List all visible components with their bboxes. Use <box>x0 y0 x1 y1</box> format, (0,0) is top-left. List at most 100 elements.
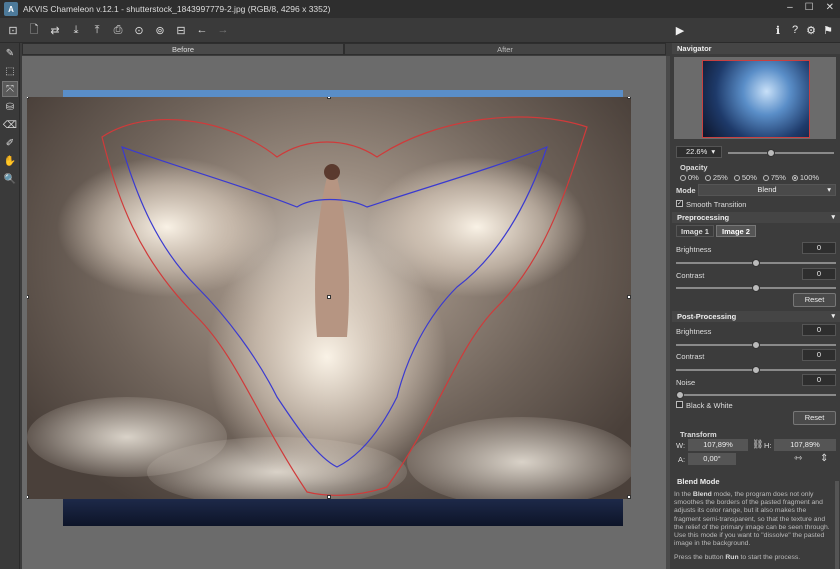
slider-knob[interactable] <box>752 341 760 349</box>
transform-title: Transform <box>680 430 717 439</box>
opacity-option[interactable]: 0% <box>680 173 699 182</box>
fragment-image[interactable] <box>27 97 631 499</box>
maximize-button[interactable]: ☐ <box>805 2 814 13</box>
run-button[interactable]: ▶ <box>672 22 688 38</box>
help-text: In the Blend mode, the program does not … <box>674 491 830 562</box>
pre-contrast-field[interactable]: 0 <box>802 268 836 280</box>
pencil-tool-icon[interactable]: ✐ <box>2 135 18 151</box>
redo-icon[interactable]: → <box>215 22 231 38</box>
feedback-icon[interactable]: ⚑ <box>820 22 836 38</box>
opacity-option[interactable]: 75% <box>762 173 786 182</box>
selection-tool-icon[interactable]: ⬚ <box>2 63 18 79</box>
title-bar: A AKVIS Chameleon v.12.1 - shutterstock_… <box>0 0 840 18</box>
image-canvas[interactable] <box>22 56 666 569</box>
info-icon[interactable]: ℹ <box>770 22 786 38</box>
noise-field[interactable]: 0 <box>802 374 836 386</box>
mode-value: Blend <box>757 185 777 194</box>
radio-icon <box>733 175 740 182</box>
open-image-icon[interactable]: 🗋 <box>26 22 42 38</box>
zoom-tool-icon[interactable]: 🔍 <box>2 171 18 187</box>
hand-tool-icon[interactable]: ✋ <box>2 153 18 169</box>
postprocessing-header[interactable]: Post-Processing ▾ <box>672 311 840 322</box>
flip-vertical-icon[interactable]: ⇕ <box>820 453 828 464</box>
preprocessing-title: Preprocessing <box>677 213 730 222</box>
tab-before[interactable]: Before <box>22 43 344 55</box>
close-button[interactable]: ✕ <box>826 2 834 13</box>
post-reset-button[interactable]: Reset <box>793 411 836 425</box>
slider-knob[interactable] <box>752 366 760 374</box>
window-title: AKVIS Chameleon v.12.1 - shutterstock_18… <box>23 4 331 14</box>
fill-tool-icon[interactable]: ⛁ <box>2 99 18 115</box>
print-icon[interactable]: ⎙ <box>110 22 126 38</box>
noise-slider[interactable] <box>676 391 836 399</box>
help-scrollbar[interactable] <box>835 481 839 569</box>
opacity-title: Opacity <box>680 163 708 172</box>
mode-label: Mode <box>676 186 696 195</box>
help-icon[interactable]: ? <box>787 22 803 38</box>
black-white-label: Black & White <box>686 401 733 410</box>
minimize-button[interactable]: – <box>787 2 793 13</box>
chevron-down-icon: ▾ <box>831 313 835 320</box>
eraser-tool-icon[interactable]: ⌫ <box>2 117 18 133</box>
width-field[interactable]: 107,89% <box>688 439 748 451</box>
pre-contrast-slider[interactable] <box>676 284 836 292</box>
link-icon[interactable]: ⛓ <box>752 439 763 450</box>
preprocessing-header[interactable]: Preprocessing ▾ <box>672 212 840 223</box>
brush-tool-icon[interactable]: ✎ <box>2 45 18 61</box>
share-icon[interactable]: ⊙ <box>131 22 147 38</box>
black-white-checkbox[interactable] <box>676 401 683 408</box>
preprocessing-tabs: Image 1 Image 2 <box>672 225 840 237</box>
opacity-option[interactable]: 100% <box>791 173 819 182</box>
flip-horizontal-icon[interactable]: ⇿ <box>794 453 802 464</box>
chevron-down-icon: ▾ <box>711 147 716 156</box>
navigator-header: Navigator <box>672 43 840 54</box>
help-title: Blend Mode <box>672 476 832 487</box>
toolbar: ⊡ 🗋 ⇄ ⤓ ⤒ ⎙ ⊙ ⊚ ⊟ ← → ▶ ℹ ? ⚙ ⚑ <box>0 18 840 43</box>
tab-image-1[interactable]: Image 1 <box>676 225 714 237</box>
pre-brightness-slider[interactable] <box>676 259 836 267</box>
height-field[interactable]: 107,89% <box>774 439 836 451</box>
save-icon[interactable]: ⤓ <box>68 22 84 38</box>
radio-icon <box>704 175 711 182</box>
pre-reset-button[interactable]: Reset <box>793 293 836 307</box>
angle-label: A: <box>678 455 686 464</box>
export-icon[interactable]: ⤒ <box>89 22 105 38</box>
chevron-down-icon: ▾ <box>831 214 835 221</box>
tool-panel: ✎ ⬚ ⤧ ⛁ ⌫ ✐ ✋ 🔍 <box>0 43 20 569</box>
mode-select[interactable]: Blend ▾ <box>698 184 836 196</box>
post-contrast-slider[interactable] <box>676 366 836 374</box>
noise-label: Noise <box>676 378 696 387</box>
transform-tool-icon[interactable]: ⤧ <box>2 81 18 97</box>
batch-icon[interactable]: ⊚ <box>152 22 168 38</box>
slider-knob[interactable] <box>676 391 684 399</box>
width-label: W: <box>676 441 686 450</box>
undo-icon[interactable]: ← <box>194 22 210 38</box>
pre-brightness-field[interactable]: 0 <box>802 242 836 254</box>
window-controls: – ☐ ✕ <box>787 2 834 13</box>
vertical-scrollbar[interactable] <box>666 56 670 569</box>
opacity-option[interactable]: 50% <box>733 173 757 182</box>
smooth-transition-checkbox[interactable]: ✓ <box>676 200 683 207</box>
slider-knob[interactable] <box>752 259 760 267</box>
grid-icon[interactable]: ⊟ <box>173 22 189 38</box>
zoom-slider[interactable] <box>728 149 834 157</box>
slider-knob[interactable] <box>752 284 760 292</box>
opacity-options: 0% 25% 50% 75% 100% <box>680 173 819 182</box>
zoom-field[interactable]: 22.6% ▾ <box>676 146 722 158</box>
post-brightness-field[interactable]: 0 <box>802 324 836 336</box>
radio-icon <box>680 175 686 182</box>
opacity-option[interactable]: 25% <box>704 173 728 182</box>
settings-icon[interactable]: ⚙ <box>803 22 819 38</box>
tab-image-2[interactable]: Image 2 <box>716 225 756 237</box>
open-project-icon[interactable]: ⊡ <box>5 22 21 38</box>
background-image-bottom <box>63 498 623 526</box>
angle-field[interactable]: 0,00° <box>688 453 736 465</box>
swap-icon[interactable]: ⇄ <box>47 22 63 38</box>
navigator-preview[interactable] <box>674 57 836 139</box>
zoom-slider-knob[interactable] <box>767 149 776 157</box>
zoom-value: 22.6% <box>686 147 708 156</box>
post-contrast-field[interactable]: 0 <box>802 349 836 361</box>
post-brightness-slider[interactable] <box>676 341 836 349</box>
tab-after[interactable]: After <box>344 43 666 55</box>
navigator-viewport[interactable] <box>702 60 810 138</box>
